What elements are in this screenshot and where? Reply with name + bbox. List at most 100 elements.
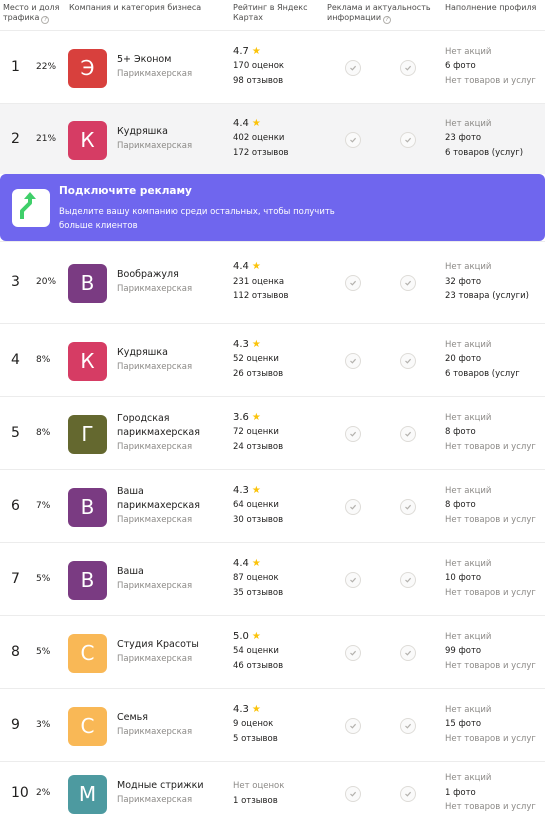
reviews-count: 112 отзывов: [233, 291, 289, 301]
ad-banner[interactable]: Подключите рекламу Выделите вашу компани…: [0, 174, 545, 241]
traffic-share: 8%: [36, 427, 51, 438]
company-name-block[interactable]: Ваша Парикмахерская: [117, 565, 222, 593]
company-name-block[interactable]: Модные стрижки Парикмахерская: [117, 779, 222, 807]
place-number: 2: [11, 130, 20, 147]
company-logo[interactable]: М: [68, 775, 107, 814]
company-name-block[interactable]: Кудряшка Парикмахерская: [117, 346, 222, 374]
company-name-block[interactable]: Городская парикмахерская Парикмахерская: [117, 412, 222, 454]
table-row[interactable]: 10 2% М Модные стрижки Парикмахерская Не…: [0, 761, 545, 825]
table-row[interactable]: 6 7% В Ваша парикмахерская Парикмахерска…: [0, 469, 545, 542]
profile-fill-block: Нет акций 99 фото Нет товаров и услуг: [445, 630, 545, 674]
star-icon: ★: [251, 117, 261, 129]
rating-value: 4.3: [233, 484, 249, 496]
photos: 8 фото: [445, 427, 476, 437]
photos: 99 фото: [445, 646, 482, 656]
company-name[interactable]: Ваша парикмахерская: [117, 486, 200, 511]
star-icon: ★: [251, 557, 261, 569]
place-number: 4: [11, 351, 20, 368]
rating-value: 3.6: [233, 411, 249, 423]
ads-check-icon: [345, 131, 361, 148]
company-logo[interactable]: К: [68, 341, 107, 381]
goods: Нет товаров и услуг: [445, 587, 536, 598]
company-name[interactable]: Кудряшка: [117, 347, 168, 358]
no-rating: Нет оценок: [233, 781, 285, 791]
company-name-block[interactable]: Воображуля Парикмахерская: [117, 268, 222, 296]
actuality-check-icon: [400, 571, 416, 588]
company-category: Парикмахерская: [117, 726, 193, 737]
star-icon: ★: [251, 484, 261, 496]
table-row[interactable]: 9 3% С Семья Парикмахерская 4.3 ★ 9 оцено…: [0, 688, 545, 761]
banner-title: Подключите рекламу: [59, 185, 192, 197]
company-logo[interactable]: В: [68, 560, 107, 600]
company-logo[interactable]: Э: [68, 48, 107, 88]
ratings-count: 170 оценок: [233, 61, 285, 71]
photos: 10 фото: [445, 573, 482, 583]
ads-check-icon: [345, 717, 361, 734]
ads-check-icon: [345, 644, 361, 661]
company-name-block[interactable]: Кудряшка Парикмахерская: [117, 125, 222, 153]
place-number: 1: [11, 58, 20, 75]
table-row[interactable]: 4 8% К Кудряшка Парикмахерская 4.3 ★ 52 о…: [0, 323, 545, 396]
rating-block: 4.3 ★ 64 оценки 30 отзывов: [233, 484, 323, 528]
company-category: Парикмахерская: [117, 441, 193, 452]
company-name[interactable]: 5+ Эконом: [117, 54, 171, 65]
company-name[interactable]: Кудряшка: [117, 126, 168, 137]
company-logo[interactable]: Г: [68, 414, 107, 454]
company-logo[interactable]: В: [68, 487, 107, 527]
actuality-check-icon: [400, 59, 416, 76]
company-name-block[interactable]: Семья Парикмахерская: [117, 711, 222, 739]
company-name[interactable]: Студия Красоты: [117, 639, 199, 650]
place-number: 9: [11, 716, 20, 733]
traffic-share: 7%: [36, 500, 51, 511]
company-name[interactable]: Модные стрижки: [117, 780, 204, 791]
company-logo[interactable]: К: [68, 120, 107, 160]
help-icon[interactable]: ?: [41, 16, 50, 24]
ratings-count: 52 оценки: [233, 354, 279, 364]
company-name[interactable]: Ваша: [117, 566, 144, 577]
promos: Нет акций: [445, 46, 492, 57]
actuality-check-icon: [400, 498, 416, 515]
company-name[interactable]: Воображуля: [117, 269, 179, 280]
ratings-count: 72 оценки: [233, 427, 279, 437]
table-row[interactable]: 8 5% С Студия Красоты Парикмахерская 5.0…: [0, 615, 545, 688]
company-category: Парикмахерская: [117, 580, 193, 591]
table-row[interactable]: 5 8% Г Городская парикмахерская Парикмах…: [0, 396, 545, 469]
star-icon: ★: [251, 411, 261, 423]
table-row[interactable]: 1 22% Э 5+ Эконом Парикмахерская 4.7 ★ 17…: [0, 30, 545, 103]
profile-fill-block: Нет акций 8 фото Нет товаров и услуг: [445, 484, 545, 528]
help-icon[interactable]: ?: [383, 16, 392, 24]
company-logo[interactable]: С: [68, 706, 107, 746]
photos: 20 фото: [445, 354, 482, 364]
header-profile: Наполнение профиля: [445, 3, 537, 12]
header-company: Компания и категория бизнеса: [69, 3, 202, 12]
rating-value: 4.4: [233, 557, 249, 569]
rating-block: 4.4 ★ 231 оценка 112 отзывов: [233, 260, 323, 304]
company-name-block[interactable]: 5+ Эконом Парикмахерская: [117, 53, 222, 81]
profile-fill-block: Нет акций 15 фото Нет товаров и услуг: [445, 703, 545, 747]
table-row[interactable]: 2 21% К Кудряшка Парикмахерская 4.4 ★ 402…: [0, 103, 545, 174]
company-name[interactable]: Городская парикмахерская: [117, 413, 200, 438]
reviews-count: 46 отзывов: [233, 660, 284, 671]
goods: 23 товара (услуги): [445, 291, 529, 301]
company-name-block[interactable]: Студия Красоты Парикмахерская: [117, 638, 222, 666]
table-row[interactable]: 7 5% В Ваша Парикмахерская 4.4 ★ 87 оцено…: [0, 542, 545, 615]
photos: 23 фото: [445, 133, 482, 143]
actuality-check-icon: [400, 425, 416, 442]
company-name[interactable]: Семья: [117, 712, 148, 723]
company-logo[interactable]: В: [68, 264, 107, 303]
ratings-count: 64 оценки: [233, 500, 279, 510]
ratings-count: 87 оценок: [233, 573, 279, 583]
rating-block: 4.4 ★ 87 оценок 35 отзывов: [233, 557, 323, 601]
reviews-count: 24 отзывов: [233, 441, 284, 452]
goods: Нет товаров и услуг: [445, 733, 536, 744]
ads-check-icon: [345, 425, 361, 442]
table-row[interactable]: 3 20% В Воображуля Парикмахерская 4.4 ★ 2…: [0, 241, 545, 323]
company-logo[interactable]: С: [68, 633, 107, 673]
goods: Нет товаров и услуг: [445, 441, 536, 452]
company-name-block[interactable]: Ваша парикмахерская Парикмахерская: [117, 485, 222, 527]
profile-fill-block: Нет акций 8 фото Нет товаров и услуг: [445, 411, 545, 455]
reviews-count: 172 отзывов: [233, 147, 289, 158]
reviews-count: 26 отзывов: [233, 368, 284, 379]
profile-fill-block: Нет акций 10 фото Нет товаров и услуг: [445, 557, 545, 601]
actuality-check-icon: [400, 275, 416, 291]
